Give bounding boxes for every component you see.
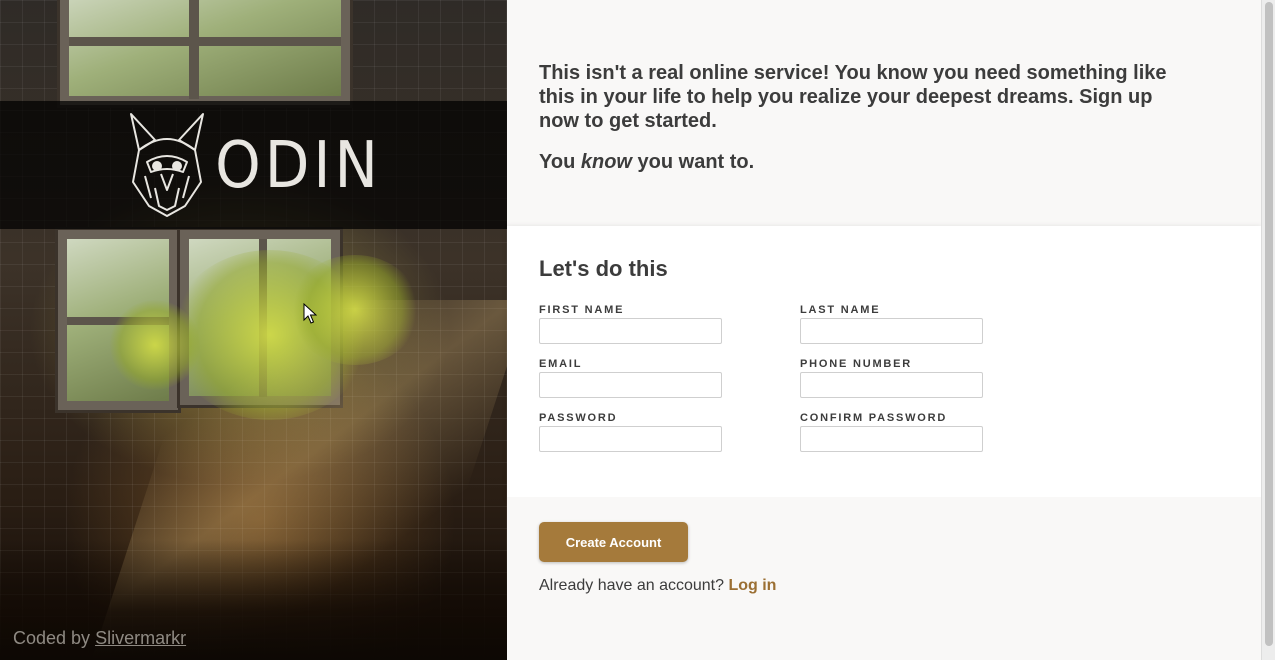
phone-label: PHONE NUMBER [800,358,913,370]
tagline-part: You [539,151,581,173]
hero-image-panel: ODIN Coded by Slivermarkr [0,0,507,660]
page-scrollbar[interactable] [1261,0,1275,660]
credit-prefix: Coded by [13,628,91,648]
logo-text: ODIN [215,127,382,203]
signup-panel: This isn't a real online service! You kn… [507,0,1261,660]
form-title: Let's do this [539,256,668,281]
tagline-part: you want to. [631,151,755,173]
action-section: Create Account Already have an account? … [507,497,1261,660]
mouse-pointer-icon [303,303,317,324]
tagline-emphasis: know [580,151,632,173]
first-name-field: FIRST NAME [539,304,722,344]
last-name-input[interactable] [800,318,983,344]
login-link[interactable]: Log in [728,577,776,594]
password-input[interactable] [539,426,722,452]
window-transom [69,37,341,46]
confirm-password-input[interactable] [800,426,983,452]
signup-form: Let's do this FIRST NAME LAST NAME EMAIL… [507,226,1261,497]
confirm-password-field: CONFIRM PASSWORD [800,412,983,452]
credit-line: Coded by Slivermarkr [13,628,186,649]
create-account-button[interactable]: Create Account [539,522,688,562]
logo: ODIN [125,110,382,220]
window-mullion [189,0,199,99]
intro-section: This isn't a real online service! You kn… [507,0,1261,226]
confirm-password-label: CONFIRM PASSWORD [800,412,948,424]
password-label: PASSWORD [539,412,618,424]
password-field: PASSWORD [539,412,722,452]
first-name-label: FIRST NAME [539,304,625,316]
login-prompt: Already have an account? Log in [539,577,1229,595]
last-name-field: LAST NAME [800,304,983,344]
email-field: EMAIL [539,358,722,398]
first-name-input[interactable] [539,318,722,344]
phone-field: PHONE NUMBER [800,358,983,398]
viking-helmet-icon [130,113,205,217]
scrollbar-thumb[interactable] [1265,2,1273,646]
window-top [60,0,350,105]
intro-tagline: You know you want to. [539,150,1179,174]
email-label: EMAIL [539,358,583,370]
phone-input[interactable] [800,372,983,398]
form-fields-grid: FIRST NAME LAST NAME EMAIL PHONE NUMBER … [539,304,983,452]
email-input[interactable] [539,372,722,398]
logo-band: ODIN [0,101,507,229]
login-prompt-text: Already have an account? [539,577,725,594]
credit-author-link[interactable]: Slivermarkr [95,628,186,648]
last-name-label: LAST NAME [800,304,881,316]
intro-paragraph: This isn't a real online service! You kn… [539,62,1167,132]
